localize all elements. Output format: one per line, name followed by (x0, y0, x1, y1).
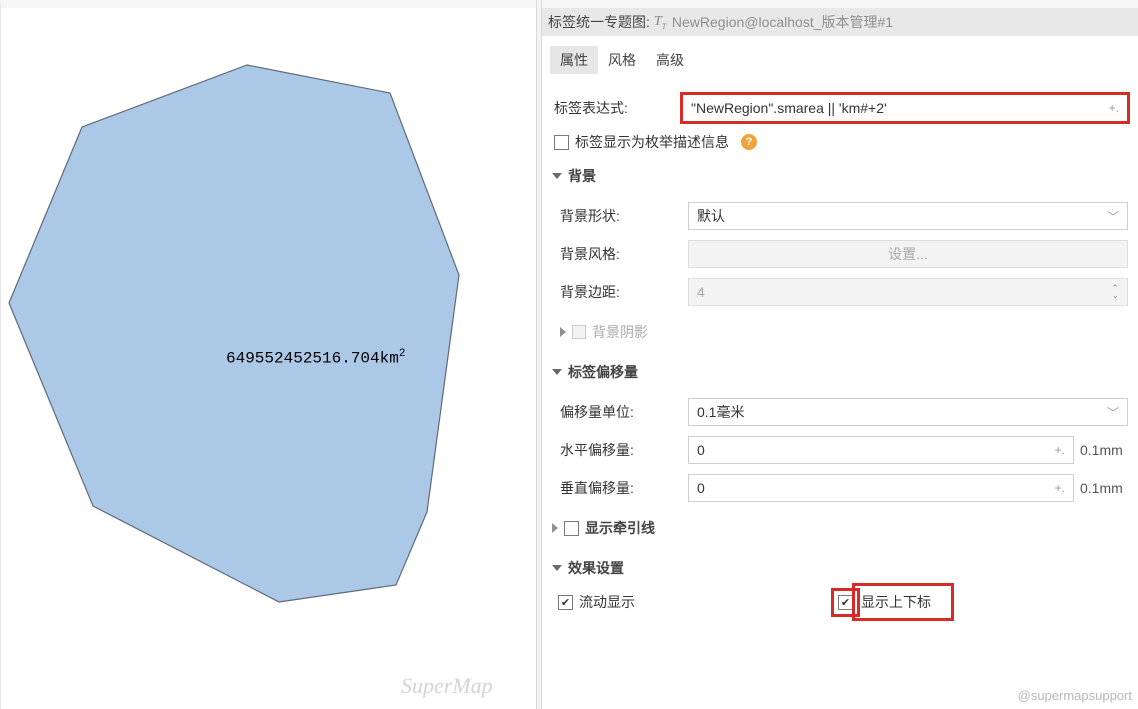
expression-value: "NewRegion".smarea || 'km#+2' (691, 100, 887, 116)
section-offset-header[interactable]: 标签偏移量 (552, 356, 1128, 388)
section-background-header[interactable]: 背景 (552, 160, 1128, 192)
offset-unit-select[interactable]: 0.1毫米 ﹀ (688, 398, 1128, 426)
supersub-checkbox[interactable]: ✔ (838, 595, 853, 610)
section-background-title: 背景 (568, 166, 596, 186)
panel-title: 标签统一专题图: (548, 12, 650, 32)
expression-input[interactable]: "NewRegion".smarea || 'km#+2' +. (682, 94, 1128, 122)
collapse-icon (552, 565, 562, 571)
enum-display-label: 标签显示为枚举描述信息 (575, 132, 729, 152)
offset-v-input[interactable]: 0 +. (688, 474, 1074, 502)
value-picker-icon[interactable]: +. (1055, 443, 1065, 457)
label-bg-shape: 背景形状: (558, 206, 688, 226)
expression-builder-icon[interactable]: +. (1109, 101, 1119, 115)
thematic-label-panel: 标签统一专题图: TT NewRegion@localhost_版本管理#1 属… (542, 0, 1138, 709)
bg-margin-spinner[interactable]: 4 ⌃⌄ (688, 278, 1128, 306)
offset-h-unit: 0.1mm (1074, 442, 1128, 458)
section-leader-header[interactable]: 显示牵引线 (552, 512, 1128, 544)
chevron-down-icon: ﹀ (1107, 208, 1119, 225)
leader-line-checkbox[interactable] (564, 521, 579, 536)
flow-display-checkbox[interactable]: ✔ (558, 595, 573, 610)
label-bg-style: 背景风格: (558, 244, 688, 264)
tab-bar: 属性 风格 高级 (542, 36, 1138, 80)
tab-style[interactable]: 风格 (598, 46, 646, 74)
help-icon[interactable]: ? (741, 134, 757, 150)
map-canvas[interactable]: 649552452516.704km2 SuperMap (0, 0, 536, 709)
expand-icon (560, 327, 566, 337)
section-offset-title: 标签偏移量 (568, 362, 638, 382)
offset-h-input[interactable]: 0 +. (688, 436, 1074, 464)
region-area-label: 649552452516.704km2 (226, 348, 405, 367)
label-offset-unit: 偏移量单位: (558, 402, 688, 422)
tab-advanced[interactable]: 高级 (646, 46, 694, 74)
bg-shadow-checkbox (572, 325, 586, 339)
offset-v-unit: 0.1mm (1074, 480, 1128, 496)
enum-display-checkbox[interactable] (554, 135, 569, 150)
chevron-down-icon: ﹀ (1107, 404, 1119, 421)
bg-shape-select[interactable]: 默认 ﹀ (688, 202, 1128, 230)
bg-style-button[interactable]: 设置... (688, 240, 1128, 268)
value-picker-icon[interactable]: +. (1055, 481, 1065, 495)
label-bg-margin: 背景边距: (558, 282, 688, 302)
layer-name: NewRegion@localhost_版本管理#1 (672, 12, 893, 32)
layer-chip[interactable]: TT NewRegion@localhost_版本管理#1 (654, 12, 893, 32)
section-bg-shadow-header[interactable]: 背景阴影 (558, 316, 1128, 348)
bg-shadow-title: 背景阴影 (592, 322, 648, 342)
label-offset-h: 水平偏移量: (558, 440, 688, 460)
thematic-label-icon: TT (654, 14, 670, 31)
label-offset-v: 垂直偏移量: (558, 478, 688, 498)
brand-watermark: SuperMap (401, 673, 493, 699)
flow-display-label: 流动显示 (579, 592, 635, 612)
panel-body: 标签表达式: "NewRegion".smarea || 'km#+2' +. … (542, 80, 1138, 709)
collapse-icon (552, 173, 562, 179)
section-effects-title: 效果设置 (568, 558, 624, 578)
region-polygon (9, 65, 459, 602)
panel-header: 标签统一专题图: TT NewRegion@localhost_版本管理#1 (542, 8, 1138, 36)
collapse-icon (552, 369, 562, 375)
supersub-label: 显示上下标 (859, 590, 947, 614)
label-expression: 标签表达式: (552, 98, 682, 118)
spinner-buttons[interactable]: ⌃⌄ (1111, 285, 1119, 299)
leader-line-title: 显示牵引线 (585, 518, 655, 538)
section-effects-header[interactable]: 效果设置 (552, 552, 1128, 584)
tab-attributes[interactable]: 属性 (550, 46, 598, 74)
expand-icon (552, 523, 558, 533)
support-watermark: @supermapsupport (1018, 688, 1132, 703)
